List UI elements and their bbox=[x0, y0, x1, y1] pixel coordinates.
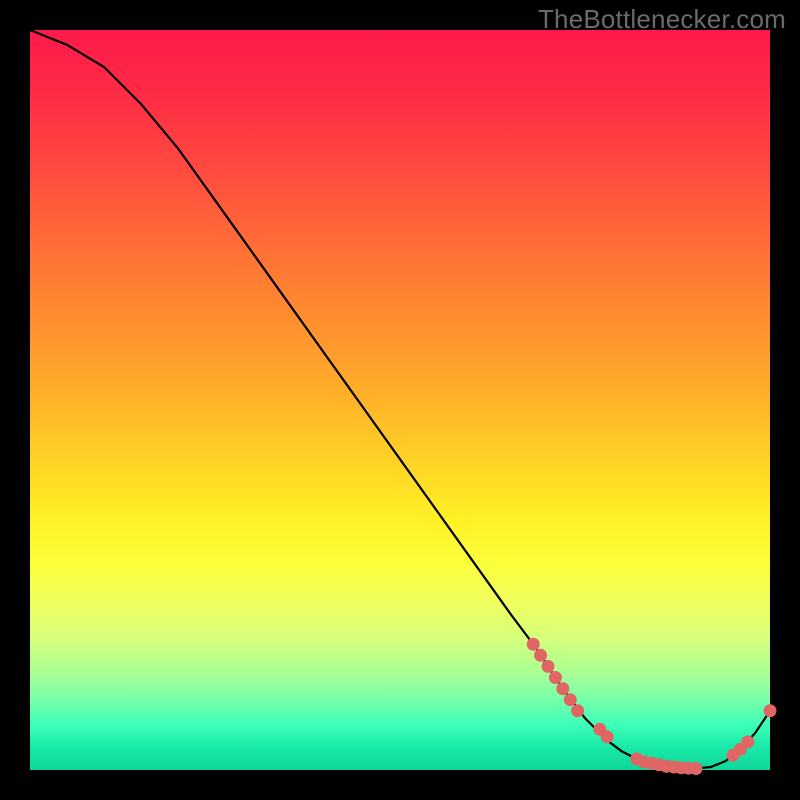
curve-layer bbox=[30, 30, 770, 770]
data-point bbox=[741, 735, 754, 748]
chart-frame: TheBottlenecker.com bbox=[0, 0, 800, 800]
bottleneck-curve bbox=[30, 30, 770, 769]
data-point bbox=[534, 649, 547, 662]
data-point bbox=[542, 660, 555, 673]
plot-area bbox=[30, 30, 770, 770]
data-point bbox=[764, 704, 777, 717]
data-point bbox=[549, 671, 562, 684]
data-point bbox=[556, 682, 569, 695]
data-point bbox=[527, 638, 540, 651]
watermark-text: TheBottlenecker.com bbox=[538, 4, 786, 35]
data-point bbox=[690, 762, 703, 775]
data-point bbox=[601, 730, 614, 743]
data-point bbox=[571, 704, 584, 717]
data-markers bbox=[527, 638, 777, 775]
data-point bbox=[564, 693, 577, 706]
